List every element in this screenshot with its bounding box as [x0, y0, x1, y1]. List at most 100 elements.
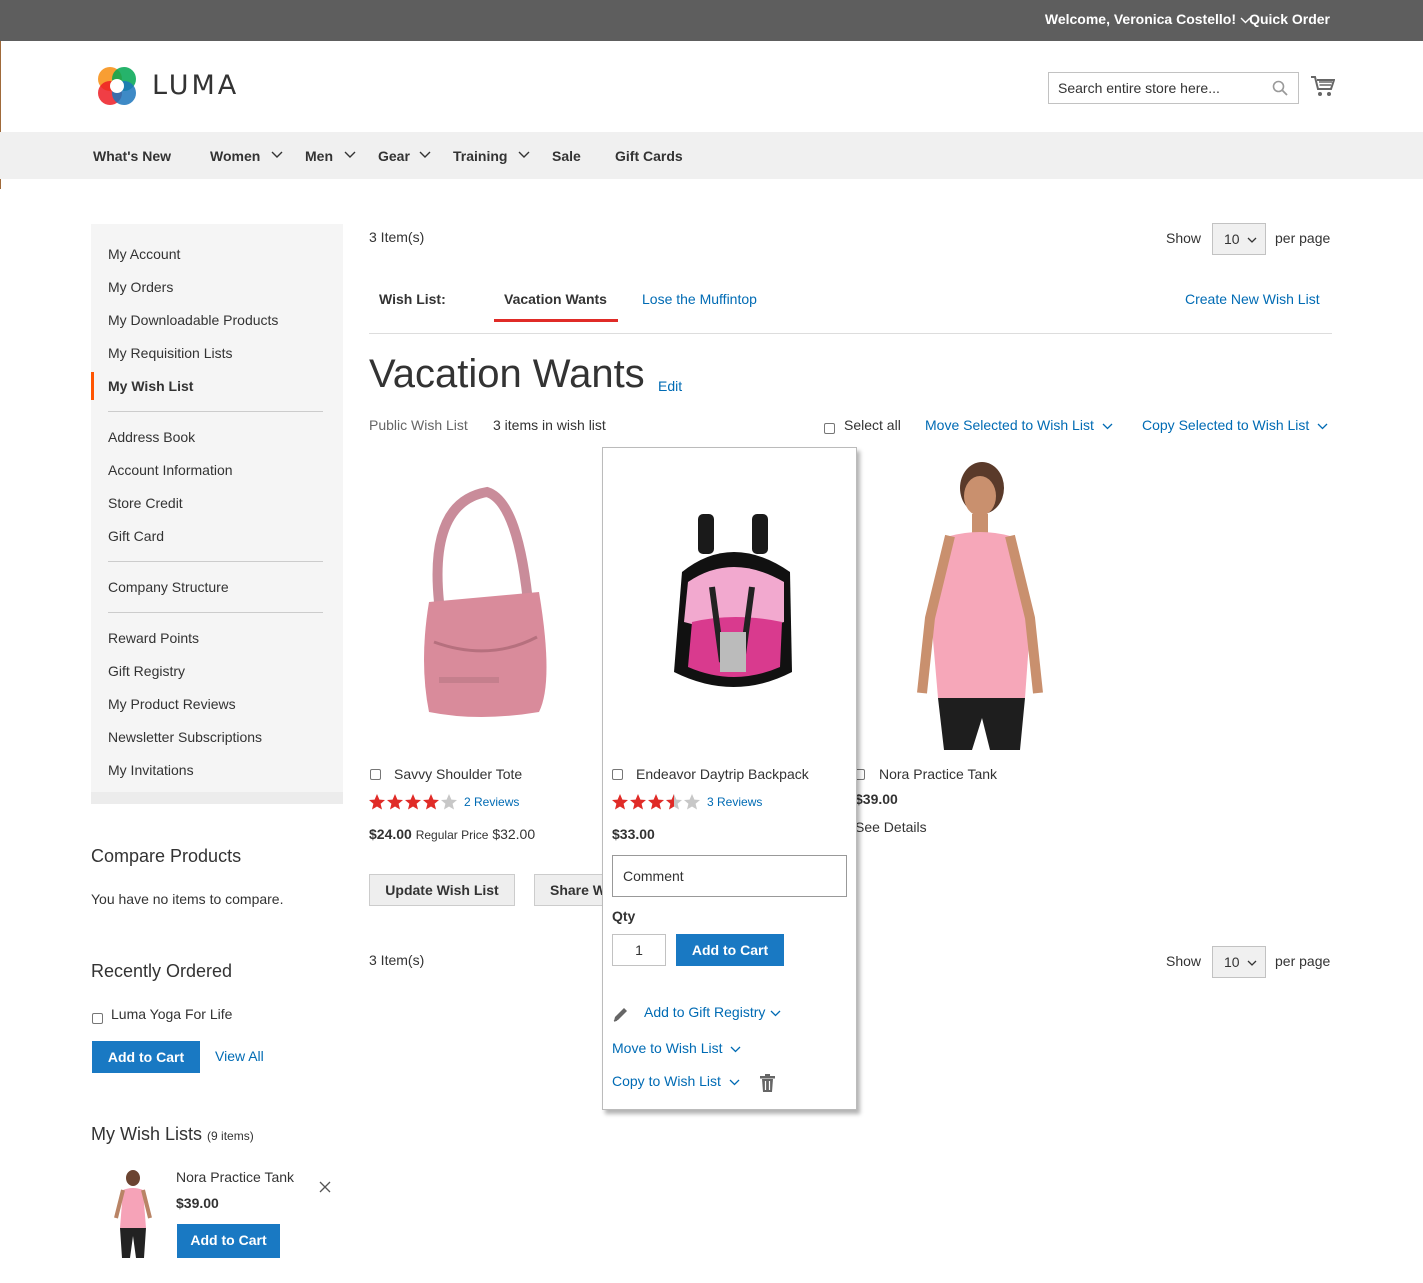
- tabs-divider: [369, 333, 1332, 334]
- see-details-link[interactable]: See Details: [855, 819, 927, 835]
- view-all-link[interactable]: View All: [215, 1048, 264, 1064]
- wishlist-item-count: 3 items in wish list: [493, 417, 606, 433]
- active-tab-underline: [494, 319, 618, 322]
- limiter-select-bottom[interactable]: 10: [1212, 946, 1266, 978]
- wishlist-sidebar-item-price: $39.00: [176, 1195, 219, 1211]
- sidebar-item-newsletter[interactable]: Newsletter Subscriptions: [108, 729, 262, 745]
- nav-sale[interactable]: Sale: [552, 148, 581, 164]
- add-to-gift-registry-dropdown[interactable]: Add to Gift Registry: [644, 1004, 781, 1020]
- close-icon[interactable]: [319, 1181, 331, 1193]
- limiter-value: 10: [1224, 954, 1240, 970]
- nav-gift-cards[interactable]: Gift Cards: [615, 148, 683, 164]
- recent-add-to-cart-button[interactable]: Add to Cart: [92, 1041, 200, 1073]
- move-selected-dropdown[interactable]: Move Selected to Wish List: [925, 417, 1113, 433]
- nav-gear[interactable]: Gear: [378, 148, 410, 164]
- cart-icon[interactable]: [1311, 75, 1335, 97]
- compare-title: Compare Products: [91, 846, 242, 866]
- search-box: [1048, 72, 1299, 104]
- product-select-checkbox[interactable]: [612, 769, 623, 780]
- final-price: $24.00: [369, 826, 412, 842]
- qty-label: Qty: [612, 908, 636, 924]
- move-to-wishlist-label: Move to Wish List: [612, 1040, 723, 1056]
- sidebar-item-gift-card[interactable]: Gift Card: [108, 528, 164, 544]
- product-thumbnail-nora-tank[interactable]: [104, 1168, 162, 1260]
- wishlist-sidebar-add-to-cart-button[interactable]: Add to Cart: [177, 1224, 280, 1258]
- product-name-endeavor-backpack[interactable]: Endeavor Daytrip Backpack: [636, 766, 809, 782]
- rating-stars-4: [369, 794, 457, 810]
- qty-input[interactable]: 1: [612, 934, 666, 966]
- show-label: Show: [1166, 230, 1202, 246]
- sidebar-item-address-book[interactable]: Address Book: [108, 429, 195, 445]
- welcome-text: Welcome, Veronica Costello!: [1044, 11, 1236, 27]
- page-title: Vacation Wants: [369, 352, 645, 396]
- items-count-bottom: 3 Item(s): [369, 952, 425, 968]
- edit-pencil-icon[interactable]: [612, 1006, 629, 1023]
- product-image-nora-tank[interactable]: [860, 458, 1088, 750]
- chevron-down-icon: [731, 1046, 741, 1053]
- comment-textarea[interactable]: Comment: [612, 855, 847, 897]
- sidebar-item-my-account[interactable]: My Account: [108, 246, 180, 262]
- select-all-checkbox[interactable]: [824, 423, 835, 434]
- main-nav: What's New Women Men Gear Training Sale …: [0, 132, 1423, 179]
- nav-women[interactable]: Women: [210, 148, 260, 164]
- welcome-menu[interactable]: Welcome, Veronica Costello!: [1045, 11, 1251, 27]
- product-name-nora-tank[interactable]: Nora Practice Tank: [879, 766, 997, 782]
- sidebar-item-my-wish-list[interactable]: My Wish List: [108, 378, 193, 394]
- reviews-link[interactable]: 2 Reviews: [464, 795, 519, 809]
- sidebar-item-gift-registry[interactable]: Gift Registry: [108, 663, 185, 679]
- my-wish-lists-title-text: My Wish Lists: [91, 1124, 203, 1144]
- update-wishlist-button[interactable]: Update Wish List: [369, 874, 515, 906]
- chevron-down-icon: [344, 151, 356, 158]
- account-sidebar: My Account My Orders My Downloadable Pro…: [91, 224, 343, 804]
- product-name-savvy-tote[interactable]: Savvy Shoulder Tote: [394, 766, 522, 782]
- trash-icon[interactable]: [760, 1074, 775, 1092]
- sidebar-item-store-credit[interactable]: Store Credit: [108, 495, 183, 511]
- search-input[interactable]: [1049, 73, 1259, 103]
- add-to-cart-button[interactable]: Add to Cart: [676, 934, 784, 966]
- reviews-link[interactable]: 3 Reviews: [707, 795, 762, 809]
- nav-training[interactable]: Training: [453, 148, 507, 164]
- sidebar-item-my-orders[interactable]: My Orders: [108, 279, 173, 295]
- sidebar-item-downloadable-products[interactable]: My Downloadable Products: [108, 312, 278, 328]
- sidebar-item-my-invitations[interactable]: My Invitations: [108, 762, 194, 778]
- nav-men[interactable]: Men: [305, 148, 333, 164]
- wishlist-sidebar-item-name[interactable]: Nora Practice Tank: [176, 1169, 294, 1185]
- recent-item-link[interactable]: Luma Yoga For Life: [111, 1006, 232, 1022]
- create-new-wishlist-link[interactable]: Create New Wish List: [1185, 291, 1320, 307]
- chevron-down-icon: [419, 151, 431, 158]
- copy-to-wishlist-dropdown[interactable]: Copy to Wish List: [612, 1073, 740, 1089]
- move-to-wishlist-dropdown[interactable]: Move to Wish List: [612, 1040, 741, 1056]
- sidebar-item-requisition-lists[interactable]: My Requisition Lists: [108, 345, 233, 361]
- product-image-endeavor-backpack[interactable]: [612, 462, 848, 750]
- wishlist-visibility: Public Wish List: [369, 417, 468, 433]
- copy-selected-label: Copy Selected to Wish List: [1142, 417, 1310, 433]
- limiter-select-top[interactable]: 10: [1212, 223, 1266, 255]
- regular-price-label: Regular Price: [415, 828, 489, 842]
- sidebar-divider: [108, 561, 323, 562]
- sidebar-item-product-reviews[interactable]: My Product Reviews: [108, 696, 236, 712]
- chevron-down-icon: [770, 1010, 781, 1017]
- logo-text[interactable]: LUMA: [152, 70, 239, 101]
- tab-lose-the-muffintop[interactable]: Lose the Muffintop: [642, 291, 757, 307]
- move-selected-label: Move Selected to Wish List: [925, 417, 1094, 433]
- search-icon[interactable]: [1272, 80, 1288, 96]
- product-select-checkbox[interactable]: [370, 769, 381, 780]
- my-wish-lists-title: My Wish Lists (9 items): [91, 1124, 254, 1145]
- quick-order-link[interactable]: Quick Order: [1249, 11, 1330, 27]
- items-count-top: 3 Item(s): [369, 229, 425, 245]
- copy-to-wishlist-label: Copy to Wish List: [612, 1073, 721, 1089]
- sidebar-item-reward-points[interactable]: Reward Points: [108, 630, 199, 646]
- recent-item-checkbox[interactable]: [92, 1013, 103, 1024]
- chevron-down-icon: [1247, 237, 1257, 243]
- copy-selected-dropdown[interactable]: Copy Selected to Wish List: [1142, 417, 1328, 433]
- nav-whats-new[interactable]: What's New: [93, 148, 171, 164]
- sidebar-divider: [108, 411, 323, 412]
- product-image-savvy-tote[interactable]: [369, 462, 587, 750]
- limiter-value: 10: [1224, 231, 1240, 247]
- sidebar-item-account-information[interactable]: Account Information: [108, 462, 233, 478]
- sidebar-item-company-structure[interactable]: Company Structure: [108, 579, 229, 595]
- edit-wishlist-link[interactable]: Edit: [658, 378, 682, 394]
- product-price-nora-tank: $39.00: [855, 791, 898, 807]
- tab-vacation-wants[interactable]: Vacation Wants: [504, 291, 607, 307]
- select-all-label: Select all: [844, 417, 901, 433]
